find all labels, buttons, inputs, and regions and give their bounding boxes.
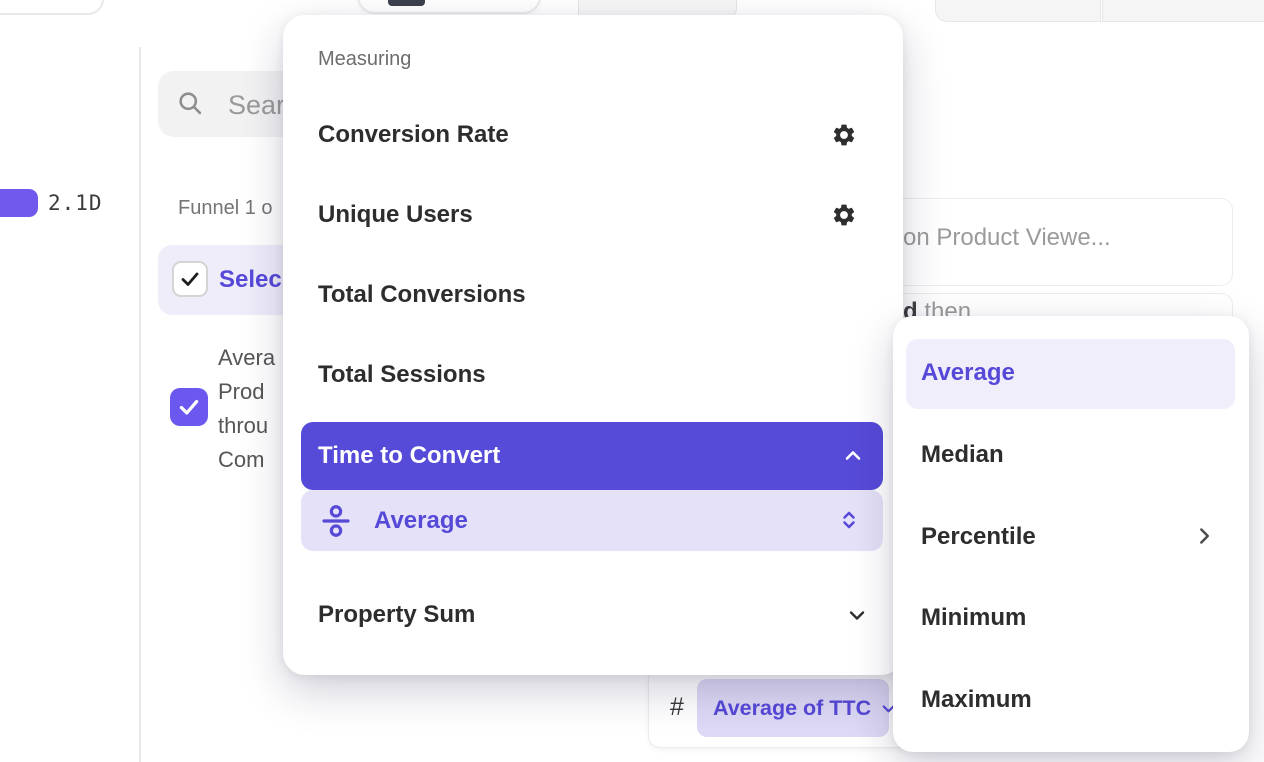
gear-icon[interactable] — [831, 122, 857, 148]
screen: 2.1D Sear Funnel 1 o Selec Avera Prod th… — [0, 0, 1264, 762]
chevron-right-icon — [1191, 523, 1217, 549]
step-description-line: Prod — [218, 375, 275, 409]
aggregation-selected-label: Average — [374, 507, 468, 535]
agg-item-minimum[interactable]: Minimum — [921, 598, 1026, 638]
aggregation-dropdown: Average Median Percentile Minimum Maximu… — [893, 316, 1249, 752]
agg-item-percentile[interactable]: Percentile — [921, 517, 1036, 557]
gear-icon[interactable] — [831, 202, 857, 228]
metric-selector-pill[interactable]: Average of TTC — [697, 679, 889, 737]
top-left-card-fragment — [0, 0, 104, 15]
step-description: Avera Prod throu Com — [218, 341, 275, 477]
metric-selector-label: Average of TTC — [713, 696, 871, 721]
top-toggle-pill-fragment[interactable] — [357, 0, 541, 14]
top-toggle-indicator — [388, 0, 425, 6]
search-placeholder: Sear — [228, 90, 285, 121]
step-description-line: throu — [218, 409, 275, 443]
menu-item-property-sum[interactable]: Property Sum — [318, 595, 475, 635]
measuring-dropdown — [283, 15, 903, 675]
time-to-convert-aggregation-row[interactable]: Average — [301, 490, 883, 551]
agg-item-average[interactable]: Average — [921, 353, 1015, 393]
metric-color-badge — [0, 189, 38, 217]
divide-icon — [318, 503, 354, 539]
toolbar-segment-middle[interactable] — [935, 0, 1101, 22]
step-description-line: Avera — [218, 341, 275, 375]
search-icon — [176, 89, 204, 117]
step-description-line: Com — [218, 443, 275, 477]
menu-item-unique-users[interactable]: Unique Users — [318, 195, 473, 235]
measuring-dropdown-title: Measuring — [318, 48, 411, 71]
funnel-label: Funnel 1 o — [178, 197, 273, 220]
event-step-label: on Product Viewe... — [903, 224, 1111, 252]
step-checkbox-checked[interactable] — [170, 388, 208, 426]
chevron-down-icon[interactable] — [845, 603, 869, 627]
unfold-more-icon — [837, 508, 861, 532]
select-checkbox[interactable] — [172, 261, 208, 297]
selected-item-label: Time to Convert — [318, 442, 500, 470]
metric-badge-label: 2.1D — [48, 191, 103, 215]
sidebar-divider — [139, 47, 141, 762]
menu-item-conversion-rate[interactable]: Conversion Rate — [318, 115, 509, 155]
agg-item-maximum[interactable]: Maximum — [921, 680, 1032, 720]
select-option-label: Selec — [219, 266, 282, 294]
menu-item-total-conversions[interactable]: Total Conversions — [318, 275, 526, 315]
toolbar-segment-right[interactable] — [1102, 0, 1264, 22]
menu-item-time-to-convert-selected[interactable]: Time to Convert — [301, 422, 883, 490]
chevron-up-icon — [841, 444, 865, 468]
number-type-icon: # — [670, 693, 684, 722]
agg-item-median[interactable]: Median — [921, 435, 1004, 475]
menu-item-total-sessions[interactable]: Total Sessions — [318, 355, 486, 395]
